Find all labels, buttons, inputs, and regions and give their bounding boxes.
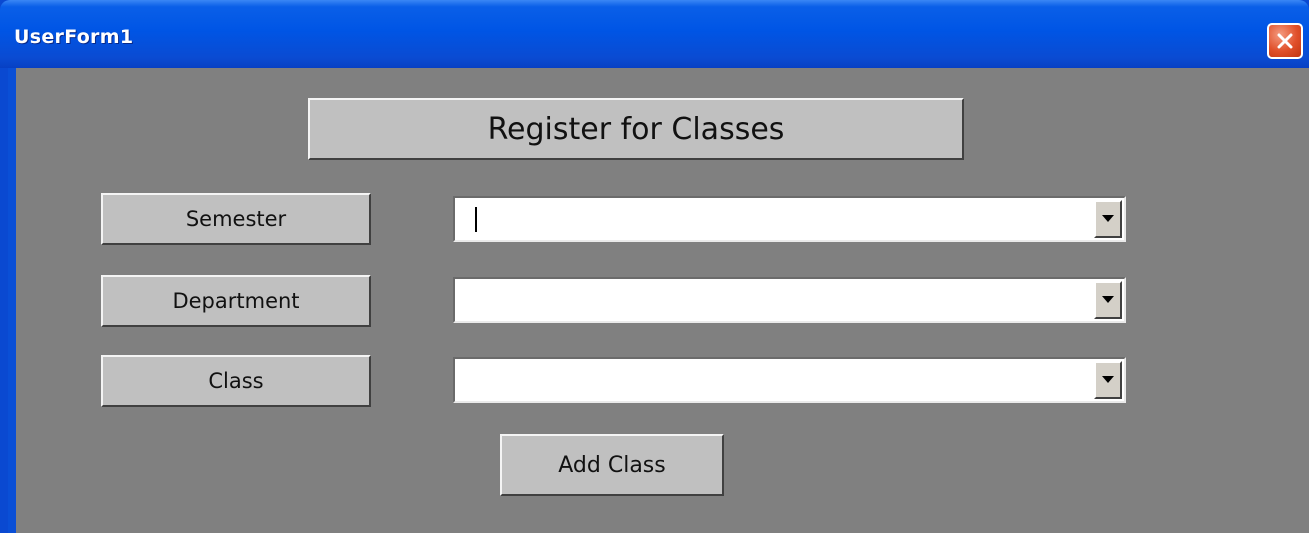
department-label: Department	[101, 275, 371, 327]
semester-label: Semester	[101, 193, 371, 245]
dropdown-arrow-icon	[1102, 376, 1114, 383]
semester-dropdown-button[interactable]	[1094, 200, 1122, 238]
department-dropdown-button[interactable]	[1094, 281, 1122, 319]
dropdown-arrow-icon	[1102, 296, 1114, 303]
userform-window: UserForm1 Register for Classes Semester …	[0, 0, 1309, 533]
add-class-button[interactable]: Add Class	[500, 434, 724, 496]
semester-label-text: Semester	[185, 207, 287, 231]
class-dropdown-button[interactable]	[1094, 361, 1122, 399]
add-class-button-label: Add Class	[558, 452, 666, 478]
form-client-area: Register for Classes Semester Department…	[16, 68, 1309, 533]
text-caret	[475, 207, 477, 232]
department-combobox[interactable]	[453, 277, 1126, 323]
semester-combobox[interactable]	[453, 196, 1126, 242]
class-combobox[interactable]	[453, 357, 1126, 403]
class-label: Class	[101, 355, 371, 407]
dropdown-arrow-icon	[1102, 215, 1114, 222]
department-label-text: Department	[172, 289, 300, 313]
close-icon	[1277, 33, 1293, 49]
window-title: UserForm1	[14, 26, 134, 48]
title-bar[interactable]: UserForm1	[0, 0, 1309, 68]
class-label-text: Class	[208, 369, 264, 393]
form-heading: Register for Classes	[308, 98, 964, 160]
close-button[interactable]	[1267, 23, 1303, 59]
form-heading-text: Register for Classes	[487, 111, 785, 147]
